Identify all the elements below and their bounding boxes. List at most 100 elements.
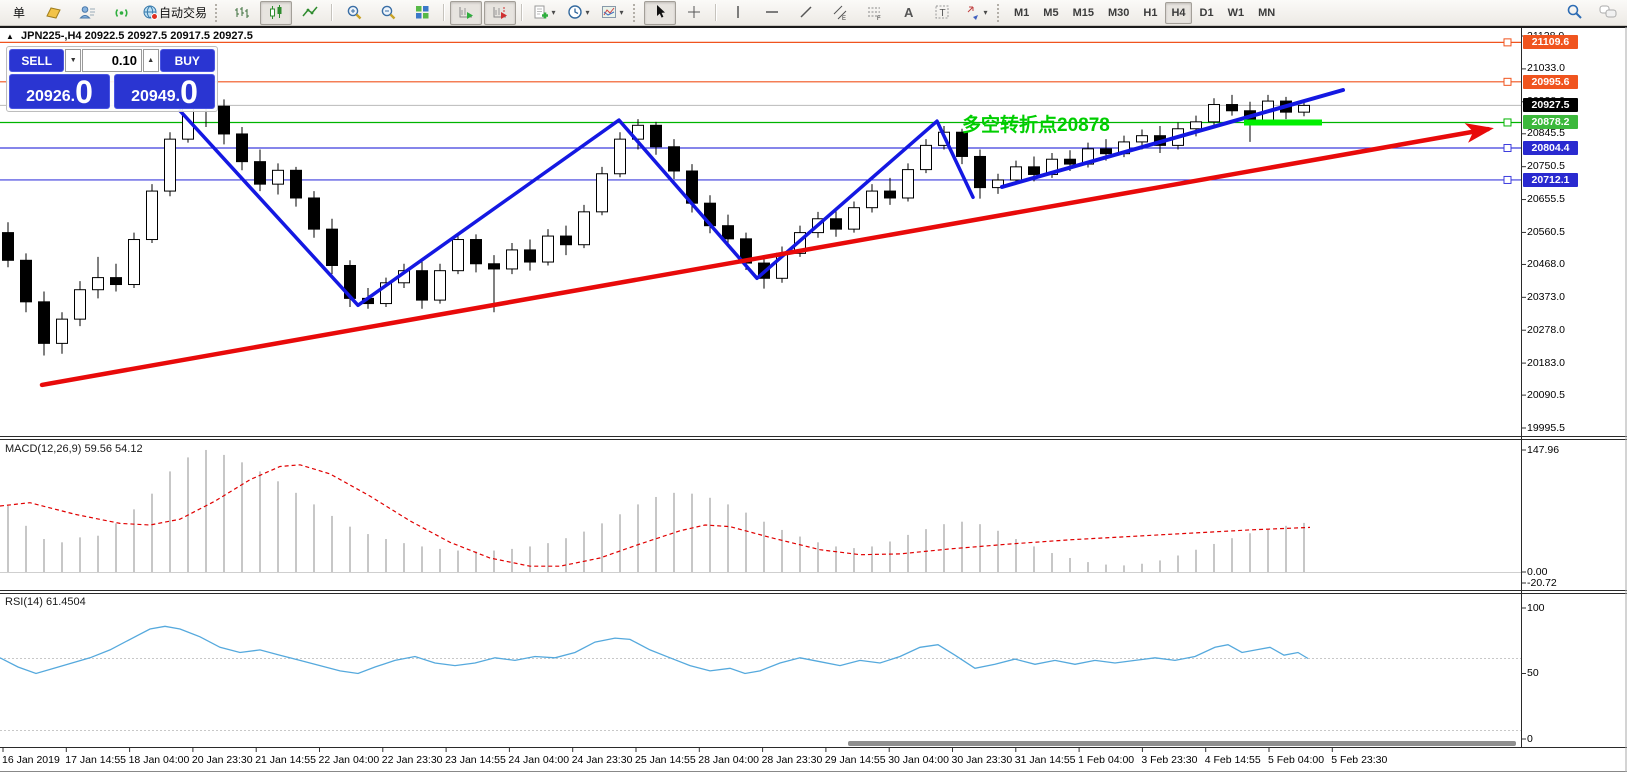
date-label: 30 Jan 23:30 (952, 754, 1013, 766)
date-label: 22 Jan 04:00 (319, 754, 380, 766)
arrows-tool-button[interactable]: ▾ (960, 1, 992, 25)
svg-text:T: T (939, 8, 945, 19)
text-tool-button[interactable]: A (892, 1, 924, 25)
search-icon[interactable] (1566, 3, 1583, 25)
indicators-button[interactable]: ▾ (528, 1, 560, 25)
timeframe-w1-button[interactable]: W1 (1222, 2, 1251, 24)
zoom-out-button[interactable] (372, 1, 404, 25)
line-chart-icon (302, 4, 319, 21)
toolbar-grip[interactable] (633, 4, 639, 22)
price-tag: 20995.6 (1523, 75, 1578, 89)
price-tick-label: 20845.5 (1527, 127, 1565, 139)
macd-histogram (8, 450, 1304, 572)
date-label: 5 Feb 23:30 (1331, 754, 1387, 766)
profile-button[interactable] (71, 1, 103, 25)
sell-price-big-digit: 0 (75, 78, 93, 106)
buy-price-button[interactable]: 20949.0 (114, 74, 215, 109)
timeframe-d1-button[interactable]: D1 (1194, 2, 1220, 24)
line-end-marker[interactable] (1504, 39, 1511, 46)
timeframe-m1-button[interactable]: M1 (1008, 2, 1035, 24)
price-tick-label: 20468.0 (1527, 258, 1565, 270)
collapse-panel-arrow[interactable]: ▲ (6, 32, 14, 41)
templates-button[interactable]: ▾ (596, 1, 628, 25)
toolbar-grip[interactable] (997, 4, 1003, 22)
price-tick-label: 20373.0 (1527, 291, 1565, 303)
indicators-add-icon (533, 4, 550, 21)
candlestick-chart-button[interactable] (260, 1, 292, 25)
periods-dropdown-caret[interactable]: ▾ (586, 8, 590, 17)
arrows-dropdown-caret[interactable]: ▾ (984, 8, 988, 17)
equidistant-channel-tool-button[interactable]: E (824, 1, 856, 25)
autotrading-label: 自动交易 (159, 4, 207, 21)
timeframe-mn-button[interactable]: MN (1252, 2, 1281, 24)
date-label: 29 Jan 14:55 (825, 754, 886, 766)
line-chart-button[interactable] (294, 1, 326, 25)
tile-windows-button[interactable] (406, 1, 438, 25)
price-tick-label: 20090.5 (1527, 389, 1565, 401)
autotrading-button[interactable]: 自动交易 (139, 1, 210, 25)
date-label: 20 Jan 23:30 (192, 754, 253, 766)
date-label: 28 Jan 23:30 (762, 754, 823, 766)
candles (3, 82, 1310, 355)
text-label-tool-button[interactable]: T (926, 1, 958, 25)
chart-annotation-text[interactable]: 多空转折点20878 (962, 113, 1110, 136)
date-label: 24 Jan 23:30 (572, 754, 633, 766)
date-label: 21 Jan 14:55 (255, 754, 316, 766)
vertical-line-tool-button[interactable] (722, 1, 754, 25)
buy-button[interactable]: BUY (160, 49, 215, 72)
templates-dropdown-caret[interactable]: ▾ (620, 8, 624, 17)
zigzag-line[interactable] (180, 111, 973, 306)
horizontal-scrollbar-thumb[interactable] (848, 741, 1516, 746)
sell-price-button[interactable]: 20926.0 (9, 74, 110, 109)
line-end-marker[interactable] (1504, 78, 1511, 85)
rsi-tick-label: 100 (1527, 602, 1545, 614)
date-label: 5 Feb 04:00 (1268, 754, 1324, 766)
bar-chart-icon (234, 4, 251, 21)
zoom-in-button[interactable] (338, 1, 370, 25)
toolbar-grip[interactable] (215, 4, 221, 22)
sell-button[interactable]: SELL (9, 49, 64, 72)
chart-title: ▲ JPN225-,H4 20922.5 20927.5 20917.5 209… (6, 30, 253, 42)
zoom-out-icon (380, 4, 397, 21)
date-label: 16 Jan 2019 (2, 754, 60, 766)
volume-decrease-button[interactable]: ▼ (65, 49, 81, 72)
volume-increase-button[interactable]: ▲ (143, 49, 159, 72)
menu-partial-label[interactable]: 单 (3, 1, 35, 25)
bar-chart-button[interactable] (226, 1, 258, 25)
trendline-tool-button[interactable] (790, 1, 822, 25)
date-label: 23 Jan 14:55 (445, 754, 506, 766)
broadcast-button[interactable] (105, 1, 137, 25)
clock-icon (567, 4, 584, 21)
blue-trendline[interactable] (1002, 90, 1343, 187)
vertical-line-icon (730, 4, 747, 21)
chart-shift-button[interactable] (484, 1, 516, 25)
fibonacci-tool-button[interactable]: F (858, 1, 890, 25)
timeframe-m5-button[interactable]: M5 (1037, 2, 1064, 24)
trendline-icon (798, 4, 815, 21)
autotrading-globe-icon (142, 4, 159, 21)
price-tag: 20878.2 (1523, 115, 1578, 129)
date-label: 25 Jan 14:55 (635, 754, 696, 766)
periods-button[interactable]: ▾ (562, 1, 594, 25)
text-icon: A (900, 4, 917, 21)
cursor-tool-button[interactable] (644, 1, 676, 25)
indicators-dropdown-caret[interactable]: ▾ (552, 8, 556, 17)
timeframe-h1-button[interactable]: H1 (1137, 2, 1163, 24)
timeframe-h4-button[interactable]: H4 (1165, 2, 1191, 24)
toolbar-separator (443, 4, 445, 21)
chat-icon[interactable] (1599, 4, 1617, 25)
volume-input[interactable] (82, 49, 142, 72)
channel-icon: E (832, 4, 849, 21)
new-order-button[interactable] (37, 1, 69, 25)
timeframe-m15-button[interactable]: M15 (1067, 2, 1100, 24)
line-end-marker[interactable] (1504, 119, 1511, 126)
macd-tick-label: 147.96 (1527, 444, 1559, 456)
auto-scroll-button[interactable] (450, 1, 482, 25)
timeframe-m30-button[interactable]: M30 (1102, 2, 1135, 24)
line-end-marker[interactable] (1504, 145, 1511, 152)
horizontal-line-tool-button[interactable] (756, 1, 788, 25)
line-end-marker[interactable] (1504, 176, 1511, 183)
chart-canvas[interactable]: 多空转折点20878 (0, 0, 1627, 774)
crosshair-tool-button[interactable] (678, 1, 710, 25)
red-trend-arrow-line[interactable] (42, 129, 1488, 385)
